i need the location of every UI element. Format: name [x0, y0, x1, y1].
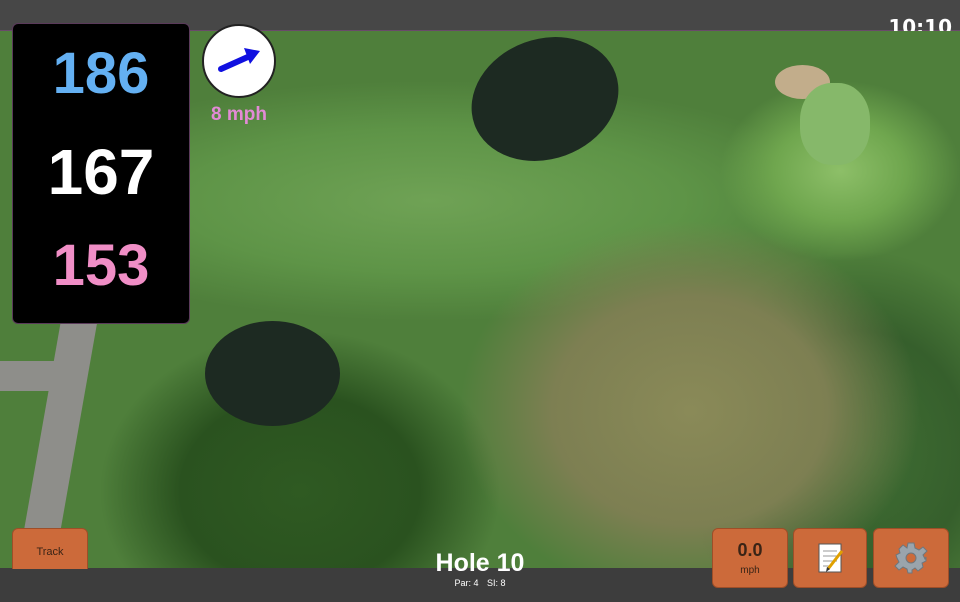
speed-unit: mph — [740, 565, 760, 576]
pond-north — [454, 31, 636, 182]
pond-west — [205, 321, 340, 426]
arrow-right-icon — [218, 48, 260, 72]
wind-speed: 8 mph — [211, 104, 267, 125]
distance-panel: 186 167 153 — [12, 23, 190, 324]
notes-button[interactable] — [793, 528, 867, 588]
wind-indicator — [202, 24, 276, 98]
gear-icon — [894, 542, 928, 574]
hole-si: SI: 8 — [487, 578, 506, 588]
hole-info: Par: 4 SI: 8 — [430, 578, 530, 588]
settings-button[interactable] — [873, 528, 949, 588]
road-crossing — [0, 361, 80, 391]
distance-front: 153 — [52, 233, 150, 298]
notepad-icon — [818, 543, 844, 573]
road — [14, 290, 102, 568]
distance-back: 186 — [52, 41, 150, 106]
speed-button[interactable]: 0.0 mph — [712, 528, 788, 588]
speed-value: 0.0 — [737, 540, 763, 560]
hole-title: Hole 10 — [435, 549, 525, 577]
track-shot-label-line1: Track — [36, 546, 64, 558]
distance-middle: 167 — [47, 136, 155, 208]
hole-par: Par: 4 — [454, 578, 479, 588]
putting-green — [800, 83, 870, 165]
